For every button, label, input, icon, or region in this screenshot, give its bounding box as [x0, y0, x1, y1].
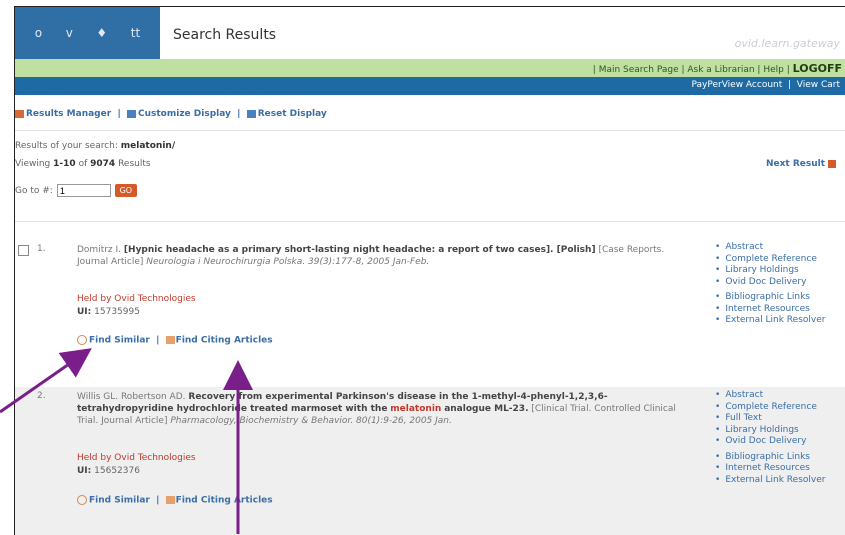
nav-icon-2[interactable]: v: [66, 26, 73, 40]
next-result-link[interactable]: Next Result: [766, 159, 836, 169]
ui-label: UI:: [77, 466, 92, 476]
viewing-suffix: Results: [118, 159, 151, 169]
result-item: 2. Willis GL. Robertson AD. Recovery fro…: [15, 387, 845, 535]
utility-bar: | Main Search Page | Ask a Librarian | H…: [15, 59, 845, 77]
next-arrow-icon: [828, 159, 836, 168]
complete-reference-link[interactable]: Complete Reference: [715, 402, 845, 414]
nav-icon-3[interactable]: ♦: [96, 26, 107, 40]
external-link-resolver-link[interactable]: External Link Resolver: [715, 475, 845, 487]
bibliographic-links-link[interactable]: Bibliographic Links: [715, 452, 845, 464]
internet-resources-link[interactable]: Internet Resources: [715, 463, 845, 475]
viewing-range: 1-10: [53, 159, 76, 169]
result-keyword[interactable]: melatonin: [390, 404, 441, 414]
result-citation: Willis GL. Robertson AD. Recovery from e…: [77, 391, 687, 427]
internet-resources-link[interactable]: Internet Resources: [715, 304, 845, 316]
library-holdings-link[interactable]: Library Holdings: [715, 425, 845, 437]
library-holdings-link[interactable]: Library Holdings: [715, 265, 845, 277]
ui-value: 15652376: [94, 466, 140, 476]
result-links: Abstract Complete Reference Library Hold…: [715, 242, 845, 327]
ovid-doc-delivery-link[interactable]: Ovid Doc Delivery: [715, 277, 845, 289]
viewing-total: 9074: [90, 159, 116, 169]
ui-label: UI:: [77, 307, 92, 317]
nav-icon-4[interactable]: tt: [131, 26, 140, 40]
logoff-link[interactable]: LOGOFF: [793, 62, 842, 75]
view-cart-link[interactable]: View Cart: [797, 80, 840, 90]
external-link-resolver-link[interactable]: External Link Resolver: [715, 315, 845, 327]
result-title[interactable]: [Hypnic headache as a primary short-last…: [124, 245, 596, 255]
next-result-label: Next Result: [765, 159, 825, 169]
abstract-link[interactable]: Abstract: [715, 390, 845, 402]
find-similar-link[interactable]: Find Similar: [89, 496, 150, 506]
reset-icon: [246, 109, 256, 118]
full-text-link[interactable]: Full Text: [715, 413, 845, 425]
result-title-end[interactable]: analogue ML-23.: [444, 404, 528, 414]
result-ui: UI: 15735995: [77, 307, 140, 317]
results-toolbar: Results Manager | Customize Display | Re…: [15, 109, 327, 119]
search-prefix: Results of your search:: [15, 141, 118, 151]
magnifier-icon: [77, 335, 87, 345]
result-checkbox[interactable]: [18, 245, 29, 256]
payperview-link[interactable]: PayPerView Account: [692, 80, 783, 90]
nav-icon-1[interactable]: o: [35, 26, 42, 40]
customize-icon: [127, 109, 136, 118]
browser-frame: o v ♦ tt Search Results ovid.learn.gatew…: [14, 6, 845, 535]
find-citing-link[interactable]: Find Citing Articles: [176, 496, 273, 506]
find-citing-link[interactable]: Find Citing Articles: [176, 336, 273, 346]
result-source: Neurologia i Neurochirurgia Polska. 39(3…: [146, 257, 430, 267]
reset-display-link[interactable]: Reset Display: [258, 109, 327, 119]
goto-input[interactable]: [56, 184, 111, 197]
result-citation: Domitrz I. [Hypnic headache as a primary…: [77, 244, 687, 268]
divider: [15, 221, 845, 222]
bibliographic-links-link[interactable]: Bibliographic Links: [715, 292, 845, 304]
account-bar: PayPerView Account | View Cart: [15, 77, 845, 95]
result-item: 1. Domitrz I. [Hypnic headache as a prim…: [15, 239, 845, 389]
divider: [15, 130, 845, 131]
help-link[interactable]: Help: [763, 65, 784, 75]
result-authors: Willis GL. Robertson AD.: [77, 392, 186, 402]
citing-icon: [165, 336, 175, 344]
result-number: 1.: [37, 244, 46, 254]
result-source: Pharmacology, Biochemistry & Behavior. 8…: [170, 416, 452, 426]
held-by[interactable]: Held by Ovid Technologies: [77, 453, 196, 463]
magnifier-icon: [77, 495, 87, 505]
viewing-count: Viewing 1-10 of 9074 Results: [15, 159, 151, 169]
citing-icon: [165, 496, 175, 504]
ovid-doc-delivery-link[interactable]: Ovid Doc Delivery: [715, 436, 845, 448]
viewing-prefix: Viewing: [15, 159, 51, 169]
ovid-logo-text: ovid.learn.gateway: [734, 37, 840, 50]
main-search-link[interactable]: Main Search Page: [599, 65, 679, 75]
held-by[interactable]: Held by Ovid Technologies: [77, 294, 196, 304]
result-links: Abstract Complete Reference Full Text Li…: [715, 390, 845, 486]
find-similar-link[interactable]: Find Similar: [89, 336, 150, 346]
ask-librarian-link[interactable]: Ask a Librarian: [687, 65, 754, 75]
complete-reference-link[interactable]: Complete Reference: [715, 254, 845, 266]
search-summary: Results of your search: melatonin/: [15, 141, 175, 151]
goto-row: Go to #: GO: [15, 184, 137, 197]
search-term: melatonin/: [120, 141, 176, 151]
nav-icon-bar: o v ♦ tt: [15, 7, 160, 59]
result-number: 2.: [37, 391, 46, 401]
result-actions: Find Similar | Find Citing Articles: [77, 495, 273, 506]
result-ui: UI: 15652376: [77, 466, 140, 476]
viewing-of: of: [78, 159, 88, 169]
ui-value: 15735995: [94, 307, 140, 317]
goto-label: Go to #:: [15, 185, 53, 196]
result-authors: Domitrz I.: [77, 245, 122, 255]
header: o v ♦ tt Search Results ovid.learn.gatew…: [15, 7, 845, 59]
abstract-link[interactable]: Abstract: [715, 242, 845, 254]
result-actions: Find Similar | Find Citing Articles: [77, 335, 273, 346]
results-manager-icon: [15, 109, 24, 118]
go-button[interactable]: GO: [114, 184, 137, 197]
results-manager-link[interactable]: Results Manager: [26, 109, 111, 119]
customize-display-link[interactable]: Customize Display: [138, 109, 231, 119]
page-title: Search Results: [173, 27, 277, 43]
